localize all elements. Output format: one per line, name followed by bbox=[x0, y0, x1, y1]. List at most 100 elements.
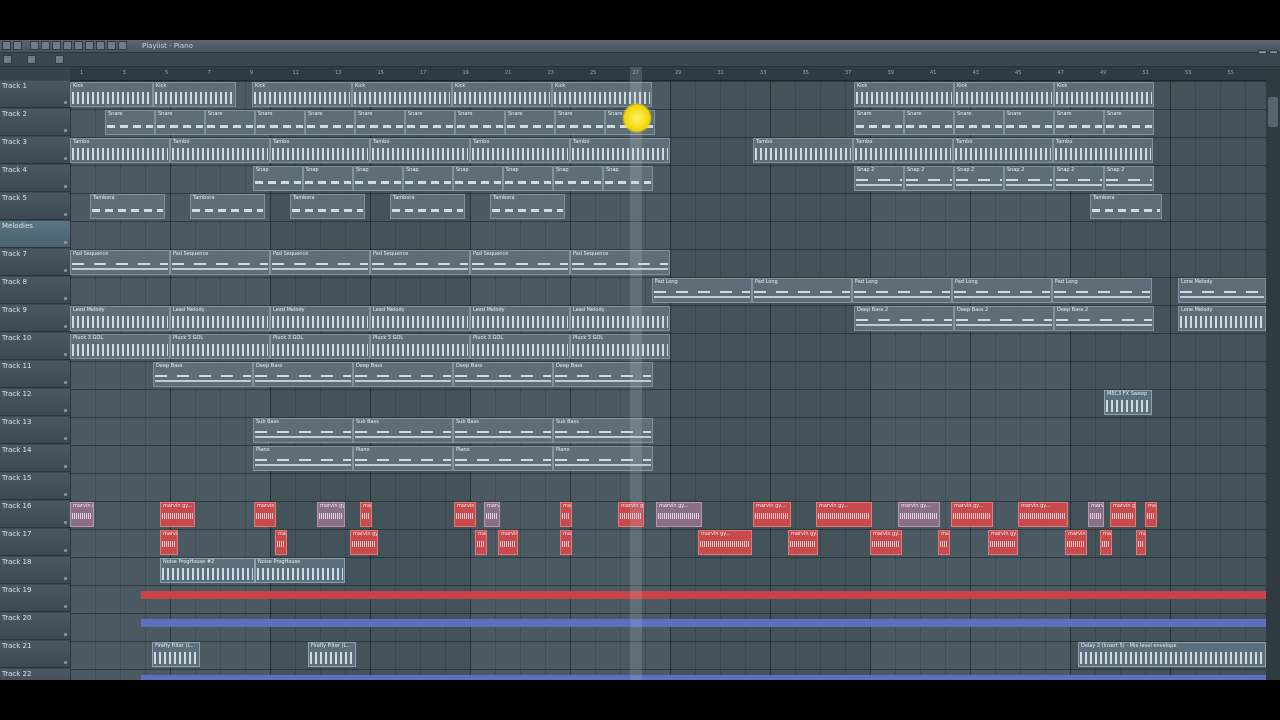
zoom-tool-icon[interactable] bbox=[107, 41, 116, 50]
pattern-clip[interactable]: Tambo bbox=[753, 138, 853, 163]
track-header[interactable]: Track 13 bbox=[0, 417, 70, 444]
pattern-clip[interactable]: marvin gy... bbox=[951, 502, 993, 527]
pattern-clip[interactable]: Tambora bbox=[90, 194, 165, 219]
track-knob-icon[interactable] bbox=[64, 241, 67, 244]
track-header[interactable]: Melodies bbox=[0, 221, 70, 248]
pattern-clip[interactable]: Snap 2 bbox=[904, 166, 954, 191]
track-knob-icon[interactable] bbox=[64, 129, 67, 132]
pattern-clip[interactable]: Pad Long bbox=[852, 278, 952, 303]
delete-tool-icon[interactable] bbox=[52, 41, 61, 50]
pattern-clip[interactable]: Pluck 3 GOL bbox=[470, 334, 570, 359]
pattern-clip[interactable]: marvin gy... bbox=[70, 502, 94, 527]
pattern-clip[interactable]: Kick bbox=[352, 82, 452, 107]
pattern-clip[interactable]: Pad Sequence bbox=[470, 250, 570, 275]
track-knob-icon[interactable] bbox=[64, 577, 67, 580]
pattern-clip[interactable]: marvin gy... bbox=[160, 530, 178, 555]
pattern-clip[interactable]: Tambo bbox=[953, 138, 1053, 163]
track-knob-icon[interactable] bbox=[64, 521, 67, 524]
pattern-clip[interactable]: Tambo bbox=[370, 138, 470, 163]
slice-tool-icon[interactable] bbox=[85, 41, 94, 50]
pattern-clip[interactable]: Tambo bbox=[853, 138, 953, 163]
pattern-clip[interactable]: marvin gy... bbox=[656, 502, 702, 527]
pattern-clip[interactable]: Snare bbox=[455, 110, 505, 135]
pattern-clip[interactable]: Deep Bass 2 bbox=[854, 306, 954, 331]
pattern-clip[interactable]: Pluck 3 GOL bbox=[570, 334, 670, 359]
pattern-clip[interactable]: Noise ProgHouse bbox=[255, 558, 345, 583]
pattern-clip[interactable]: Sub Bass bbox=[353, 418, 453, 443]
track-header[interactable]: Track 14 bbox=[0, 445, 70, 472]
pattern-clip[interactable]: Kick bbox=[452, 82, 552, 107]
pattern-clip[interactable]: marvin gy... bbox=[498, 530, 518, 555]
pattern-clip[interactable]: Lone Melody bbox=[1178, 278, 1266, 303]
pattern-clip[interactable]: Snare bbox=[1104, 110, 1154, 135]
pattern-clip[interactable]: marvin gy... bbox=[1088, 502, 1104, 527]
pattern-clip[interactable]: Snap bbox=[603, 166, 653, 191]
pattern-clip[interactable]: Tambo bbox=[170, 138, 270, 163]
track-knob-icon[interactable] bbox=[64, 633, 67, 636]
pattern-clip[interactable]: Deep Bass 2 bbox=[954, 306, 1054, 331]
pattern-clip[interactable]: Deep Bass bbox=[353, 362, 453, 387]
pattern-clip[interactable]: marvin gy... bbox=[560, 502, 572, 527]
pattern-clip[interactable]: Tambora bbox=[1090, 194, 1162, 219]
track-knob-icon[interactable] bbox=[64, 605, 67, 608]
pattern-clip[interactable]: Pluck 3 GOL bbox=[370, 334, 470, 359]
vertical-scrollbar[interactable] bbox=[1266, 67, 1280, 680]
automation-band[interactable] bbox=[141, 619, 1280, 627]
pattern-clip[interactable]: Snap bbox=[503, 166, 553, 191]
pattern-clip[interactable]: Pad Sequence bbox=[570, 250, 670, 275]
track-header[interactable]: Track 2 bbox=[0, 109, 70, 136]
pattern-clip[interactable]: Kick bbox=[252, 82, 352, 107]
track-header[interactable]: Track 12 bbox=[0, 389, 70, 416]
pattern-clip[interactable]: Kick bbox=[70, 82, 153, 107]
pattern-clip[interactable]: Pad Long bbox=[1052, 278, 1152, 303]
pattern-clip[interactable]: Pluck 3 GOL bbox=[270, 334, 370, 359]
pattern-clip[interactable]: MEC3 FX Sweep bbox=[1104, 390, 1152, 415]
pattern-clip[interactable]: marvin gy... bbox=[1110, 502, 1136, 527]
pattern-clip[interactable]: Tambo bbox=[70, 138, 170, 163]
track-knob-icon[interactable] bbox=[64, 409, 67, 412]
pattern-clip[interactable]: Lead Melody bbox=[370, 306, 470, 331]
pattern-picker-icon[interactable] bbox=[3, 55, 12, 64]
pattern-clip[interactable]: marvin gy... bbox=[1018, 502, 1068, 527]
pattern-clip[interactable]: Deep Bass bbox=[153, 362, 253, 387]
pattern-clip[interactable]: Deep Bass bbox=[453, 362, 553, 387]
pattern-clip[interactable]: Deep Bass 2 bbox=[1054, 306, 1154, 331]
pattern-clip[interactable]: marvin gy... bbox=[870, 530, 902, 555]
select-tool-icon[interactable] bbox=[96, 41, 105, 50]
track-header[interactable]: Track 15 bbox=[0, 473, 70, 500]
track-header[interactable]: Track 1 bbox=[0, 81, 70, 108]
pattern-clip[interactable]: marvin gy... bbox=[275, 530, 287, 555]
pattern-clip[interactable]: Firefly Filter (L... bbox=[308, 642, 356, 667]
pattern-clip[interactable]: marvin gy... bbox=[484, 502, 500, 527]
track-header[interactable]: Track 8 bbox=[0, 277, 70, 304]
pattern-clip[interactable]: Tambo bbox=[470, 138, 570, 163]
pattern-clip[interactable]: Firefly Filter (L... bbox=[152, 642, 200, 667]
pattern-clip[interactable]: Tambo bbox=[1053, 138, 1153, 163]
track-header[interactable]: Track 11 bbox=[0, 361, 70, 388]
pattern-clip[interactable]: marvin gy... bbox=[816, 502, 872, 527]
track-knob-icon[interactable] bbox=[64, 465, 67, 468]
pattern-clip[interactable]: Pluck 3 GOL bbox=[70, 334, 170, 359]
track-header[interactable]: Track 9 bbox=[0, 305, 70, 332]
pattern-clip[interactable]: Snare bbox=[854, 110, 904, 135]
timeline-ruler[interactable]: 1 3 5 7 9 11 13 15 17 19 21 23 25 27 29 31 33 35 37 39 41 43 4… bbox=[70, 67, 1276, 81]
track-header[interactable]: Track 5 bbox=[0, 193, 70, 220]
pattern-clip[interactable]: Snare bbox=[305, 110, 355, 135]
track-knob-icon[interactable] bbox=[64, 437, 67, 440]
pattern-clip[interactable]: Snap 2 bbox=[954, 166, 1004, 191]
pattern-clip[interactable]: Snare bbox=[555, 110, 605, 135]
pattern-clip[interactable]: Lead Melody bbox=[270, 306, 370, 331]
automation-band[interactable] bbox=[141, 591, 1280, 599]
track-header[interactable]: Track 3 bbox=[0, 137, 70, 164]
pattern-clip[interactable]: Snare bbox=[405, 110, 455, 135]
pattern-clip[interactable]: marvin gy... bbox=[898, 502, 940, 527]
playback-tool-icon[interactable] bbox=[118, 41, 127, 50]
track-header[interactable]: Track 17 bbox=[0, 529, 70, 556]
pattern-clip[interactable]: marvin gy... bbox=[1136, 530, 1146, 555]
pattern-clip[interactable]: Snap bbox=[453, 166, 503, 191]
pattern-clip[interactable]: Tambora bbox=[190, 194, 265, 219]
pattern-clip[interactable]: Snare bbox=[954, 110, 1004, 135]
track-knob-icon[interactable] bbox=[64, 381, 67, 384]
pattern-clip[interactable]: marvin gy... bbox=[560, 530, 572, 555]
pattern-clip[interactable]: Snap bbox=[553, 166, 603, 191]
